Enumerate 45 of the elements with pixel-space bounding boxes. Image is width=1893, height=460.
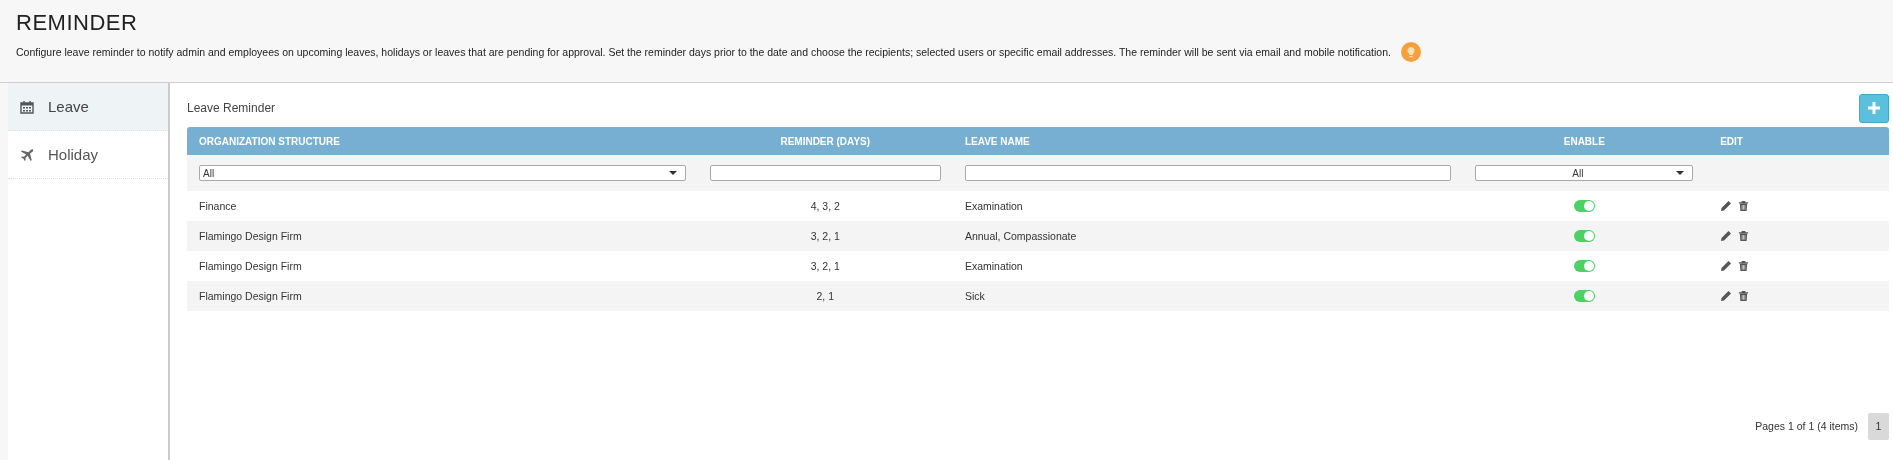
table-cell: 2, 1 xyxy=(816,290,834,302)
caret-icon xyxy=(1676,171,1685,175)
table-cell: Flamingo Design Firm xyxy=(199,290,302,302)
airplane-icon xyxy=(20,147,34,162)
enable-toggle[interactable] xyxy=(1573,260,1595,272)
pagination-summary: Pages 1 of 1 (4 items) xyxy=(1755,420,1858,432)
panel-title: Leave Reminder xyxy=(187,101,276,115)
table-cell: Flamingo Design Firm xyxy=(199,230,302,242)
reminder-filter-field[interactable] xyxy=(709,165,941,181)
table-cell: Annual, Compassionate xyxy=(964,230,1077,242)
plus-icon xyxy=(1868,102,1880,114)
table-cell: Sick xyxy=(964,290,985,302)
enable-toggle[interactable] xyxy=(1573,230,1595,242)
calendar-icon xyxy=(20,99,34,114)
table-cell: 3, 2, 1 xyxy=(810,230,840,242)
edit-icon[interactable] xyxy=(1720,230,1733,242)
table-cell: 3, 2, 1 xyxy=(810,260,840,272)
column-header: ORGANIZATION STRUCTURE xyxy=(199,135,340,147)
delete-icon[interactable] xyxy=(1738,290,1750,302)
table-cell: 4, 3, 2 xyxy=(810,200,840,212)
leave-name-filter-field[interactable] xyxy=(964,165,1452,181)
add-button[interactable] xyxy=(1859,93,1889,123)
column-header: REMINDER (DAYS) xyxy=(780,135,871,147)
enable-toggle[interactable] xyxy=(1573,290,1595,302)
delete-icon[interactable] xyxy=(1738,200,1750,212)
column-header: LEAVE NAME xyxy=(964,135,1030,147)
organization-filter[interactable]: All xyxy=(199,165,686,181)
page-description: Configure leave reminder to notify admin and employees on upcoming leaves, holidays or leaves that are pending for approval. Set the reminder days prior to the date and choose the recipients; selected users or specific email addresses. The reminder will be sent via email and mobile notification. xyxy=(16,46,1391,58)
caret-icon xyxy=(668,171,677,175)
enable-toggle[interactable] xyxy=(1573,200,1595,212)
table-cell: Examination xyxy=(964,200,1023,212)
delete-icon[interactable] xyxy=(1738,260,1750,272)
table-cell: Finance xyxy=(199,200,237,212)
enable-filter[interactable]: All xyxy=(1475,165,1694,181)
page-title: REMINDER xyxy=(16,10,139,36)
edit-icon[interactable] xyxy=(1720,260,1733,272)
sidebar-item[interactable]: Leave xyxy=(8,83,168,131)
page-button[interactable]: 1 xyxy=(1868,412,1889,440)
table-cell: Examination xyxy=(964,260,1023,272)
column-header: ENABLE xyxy=(1563,135,1605,147)
edit-icon[interactable] xyxy=(1720,200,1733,212)
delete-icon[interactable] xyxy=(1738,230,1750,242)
table-cell: Flamingo Design Firm xyxy=(199,260,302,272)
column-header: EDIT xyxy=(1720,135,1743,147)
edit-icon[interactable] xyxy=(1720,290,1733,302)
